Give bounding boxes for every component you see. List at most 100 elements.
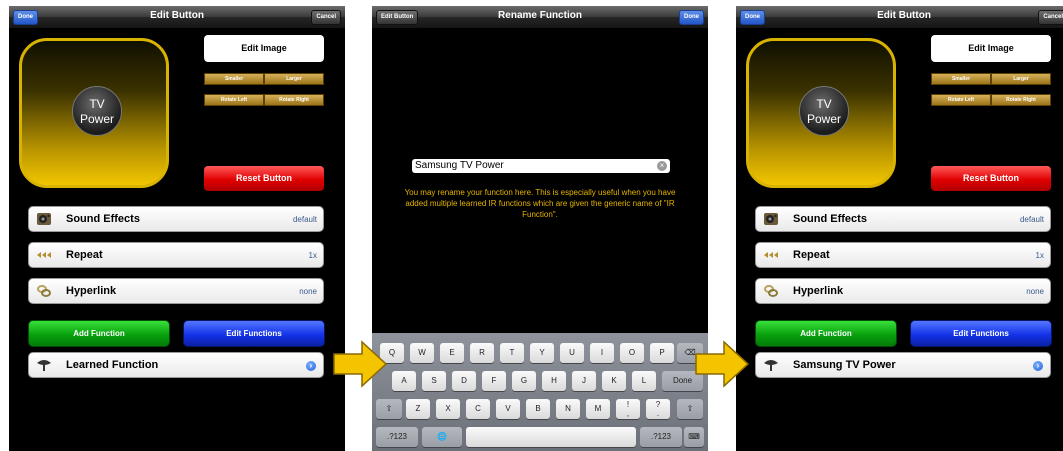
globe-icon[interactable]: 🌐	[422, 427, 462, 447]
space-key[interactable]	[466, 427, 636, 447]
key-m[interactable]: M	[586, 399, 610, 419]
key-y[interactable]: Y	[530, 343, 554, 363]
button-preview[interactable]: TV Power	[19, 38, 169, 188]
rotate-right-button[interactable]: Rotate Right	[991, 94, 1051, 106]
nav-title: Edit Button	[150, 10, 204, 21]
edit-image-button[interactable]: Edit Image	[204, 35, 324, 62]
key-a[interactable]: A	[392, 371, 416, 391]
key-e[interactable]: E	[440, 343, 464, 363]
function-label: Learned Function	[66, 359, 159, 371]
edit-functions-button[interactable]: Edit Functions	[183, 320, 325, 347]
keyboard-hide-icon[interactable]: ⌨	[684, 427, 704, 447]
info-icon[interactable]: ›	[306, 361, 316, 371]
key-f[interactable]: F	[482, 371, 506, 391]
rename-hint: You may rename your function here. This …	[404, 188, 676, 219]
row-value: default	[1019, 215, 1044, 224]
speaker-icon	[37, 213, 51, 225]
key-b[interactable]: B	[526, 399, 550, 419]
hyperlink-row[interactable]: Hyperlink none	[755, 278, 1051, 304]
numbers-key-left[interactable]: .?123	[376, 427, 418, 447]
row-value: none	[1026, 287, 1044, 296]
chain-link-icon	[764, 285, 778, 297]
larger-button[interactable]: Larger	[991, 73, 1051, 85]
function-row[interactable]: Samsung TV Power ›	[755, 352, 1051, 378]
key-z[interactable]: Z	[406, 399, 430, 419]
add-function-button[interactable]: Add Function	[28, 320, 170, 347]
key-l[interactable]: L	[632, 371, 656, 391]
rotate-buttons: Rotate Left Rotate Right	[931, 94, 1051, 106]
key-c[interactable]: C	[466, 399, 490, 419]
key-u[interactable]: U	[560, 343, 584, 363]
keyboard: Q W E R T Y U I O P ⌫ A S D F G H J K L Done ⇧ Z X C V B N M! ,? . ⇧.…	[372, 333, 708, 451]
rename-function-screen: Edit Button Rename Function Done Samsung…	[372, 6, 708, 451]
larger-button[interactable]: Larger	[264, 73, 324, 85]
shift-key-left[interactable]: ⇧	[376, 399, 402, 419]
power-button-icon: TV Power	[799, 86, 849, 136]
row-label: Sound Effects	[66, 213, 140, 225]
power-button-icon: TV Power	[72, 86, 122, 136]
info-icon[interactable]: ›	[1033, 361, 1043, 371]
hyperlink-row[interactable]: Hyperlink none	[28, 278, 324, 304]
repeat-row[interactable]: Repeat 1x	[28, 242, 324, 268]
reset-button[interactable]: Reset Button	[931, 166, 1051, 191]
row-label: Sound Effects	[793, 213, 867, 225]
button-preview[interactable]: TV Power	[746, 38, 896, 188]
rotate-buttons: Rotate Left Rotate Right	[204, 94, 324, 106]
repeat-row[interactable]: Repeat 1x	[755, 242, 1051, 268]
key-x[interactable]: X	[436, 399, 460, 419]
nav-bar: Done Edit Button Cancel	[9, 6, 345, 29]
key-k[interactable]: K	[602, 371, 626, 391]
rotate-left-button[interactable]: Rotate Left	[931, 94, 991, 106]
key-question[interactable]: ? .	[646, 399, 670, 419]
edit-button-screen-before: Done Edit Button Cancel TV Power Edit Im…	[9, 6, 345, 451]
row-label: Hyperlink	[66, 285, 117, 297]
key-p[interactable]: P	[650, 343, 674, 363]
key-o[interactable]: O	[620, 343, 644, 363]
key-s[interactable]: S	[422, 371, 446, 391]
function-name-value: Samsung TV Power	[415, 160, 504, 171]
key-i[interactable]: I	[590, 343, 614, 363]
done-button[interactable]: Done	[679, 10, 704, 25]
key-w[interactable]: W	[410, 343, 434, 363]
chain-link-icon	[37, 285, 51, 297]
repeat-arrows-icon	[37, 252, 51, 258]
key-n[interactable]: N	[556, 399, 580, 419]
function-label: Samsung TV Power	[793, 359, 896, 371]
smaller-button[interactable]: Smaller	[204, 73, 264, 85]
edit-button-screen-after: Done Edit Button Cancel TV Power Edit Im…	[736, 6, 1063, 451]
clear-icon[interactable]: ×	[657, 161, 667, 171]
function-row[interactable]: Learned Function ›	[28, 352, 324, 378]
shift-key-right[interactable]: ⇧	[677, 399, 703, 419]
sound-effects-row[interactable]: Sound Effects default	[28, 206, 324, 232]
cancel-button[interactable]: Cancel	[311, 10, 341, 25]
key-exclaim[interactable]: ! ,	[616, 399, 640, 419]
key-r[interactable]: R	[470, 343, 494, 363]
sound-effects-row[interactable]: Sound Effects default	[755, 206, 1051, 232]
rotate-right-button[interactable]: Rotate Right	[264, 94, 324, 106]
add-function-button[interactable]: Add Function	[755, 320, 897, 347]
satellite-dish-icon	[764, 360, 778, 371]
key-v[interactable]: V	[496, 399, 520, 419]
edit-image-button[interactable]: Edit Image	[931, 35, 1051, 62]
nav-title: Rename Function	[498, 10, 582, 21]
speaker-icon	[764, 213, 778, 225]
size-buttons: Smaller Larger	[931, 73, 1051, 85]
rotate-left-button[interactable]: Rotate Left	[204, 94, 264, 106]
function-name-input[interactable]: Samsung TV Power ×	[412, 159, 670, 173]
preview-label: TV Power	[806, 97, 841, 126]
key-j[interactable]: J	[572, 371, 596, 391]
key-t[interactable]: T	[500, 343, 524, 363]
satellite-dish-icon	[37, 360, 51, 371]
preview-label: TV Power	[79, 97, 114, 126]
row-value: default	[292, 215, 317, 224]
row-value: 1x	[308, 251, 317, 260]
key-g[interactable]: G	[512, 371, 536, 391]
key-d[interactable]: D	[452, 371, 476, 391]
numbers-key-right[interactable]: .?123	[640, 427, 682, 447]
cancel-button[interactable]: Cancel	[1038, 10, 1063, 25]
edit-functions-button[interactable]: Edit Functions	[910, 320, 1052, 347]
nav-title: Edit Button	[877, 10, 931, 21]
key-h[interactable]: H	[542, 371, 566, 391]
smaller-button[interactable]: Smaller	[931, 73, 991, 85]
reset-button[interactable]: Reset Button	[204, 166, 324, 191]
